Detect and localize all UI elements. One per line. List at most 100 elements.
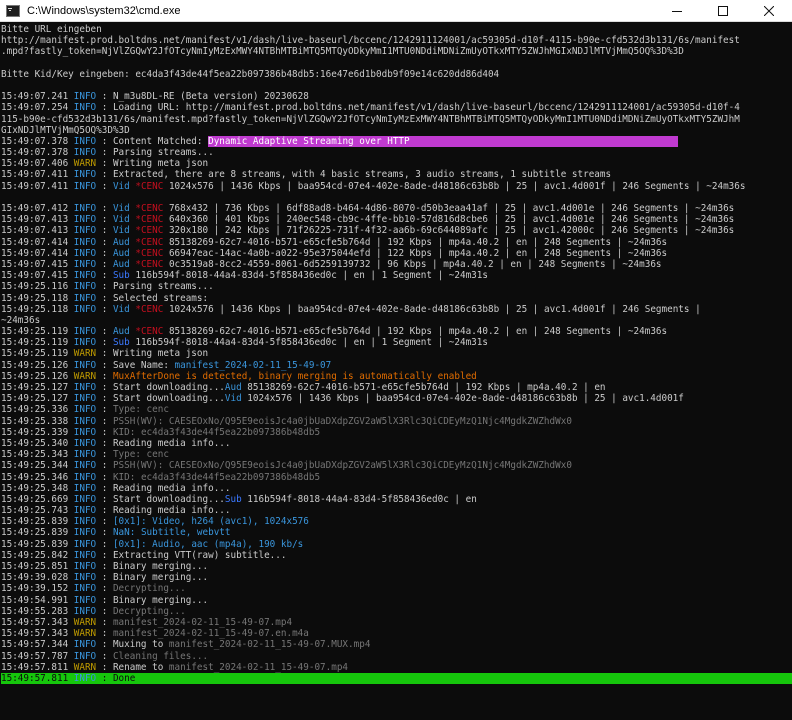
log-level-info: INFO	[73, 594, 97, 606]
console-line: 15:49:07.254 INFO : Loading URL: http://…	[1, 102, 792, 113]
console-output[interactable]: Bitte URL eingeben http://manifest.prod.b…	[0, 22, 792, 720]
console-line: 15:49:55.283 INFO : Decrypting...	[1, 606, 792, 617]
line-text: Vid	[112, 225, 130, 237]
log-level-info: INFO	[73, 605, 97, 617]
console-line: 15:49:57.343 WARN : manifest_2024-02-11_…	[1, 617, 792, 628]
log-level-info: INFO	[73, 561, 97, 572]
console-line: 15:49:25.743 INFO : Reading media info..…	[1, 505, 792, 516]
console-line: 15:49:25.839 INFO : [0x1]: Audio, aac (m…	[1, 539, 792, 550]
timestamp: 15:49:25.842	[1, 549, 74, 561]
log-level-info: INFO	[73, 91, 97, 103]
line-text: 0c3519a8-8cc2-4559-8061-6d5259139732 | 9…	[163, 258, 662, 270]
console-line: 15:49:07.415 INFO : Aud *CENC 0c3519a8-8…	[1, 259, 792, 270]
log-level-info: INFO	[73, 549, 97, 561]
timestamp: 15:49:25.346	[1, 471, 74, 483]
line-text: :	[96, 460, 113, 472]
line-text: :	[96, 650, 113, 662]
line-text: : Parsing streams...	[96, 281, 214, 293]
line-text: 66947eac-14ac-4a0b-a022-95e375044efd | 1…	[163, 247, 668, 259]
maximize-button[interactable]	[700, 0, 746, 22]
log-level-info: INFO	[73, 650, 97, 662]
timestamp: 15:49:25.743	[1, 505, 74, 517]
line-text: : Save Name:	[96, 359, 175, 371]
console-line: 15:49:25.336 INFO : Type: cenc	[1, 404, 792, 415]
line-text: *CENC	[135, 180, 164, 192]
console-line: 15:49:25.839 INFO : [0x1]: Video, h264 (…	[1, 516, 792, 527]
line-text: 85138269-62c7-4016-b571-e65cfe5b764d | 1…	[163, 326, 668, 338]
line-text: 116b594f-8018-44a4-83d4-5f858436ed0c | e…	[129, 270, 488, 282]
timestamp: 15:49:25.669	[1, 493, 74, 505]
timestamp: 15:49:25.119	[1, 326, 74, 338]
timestamp: 15:49:57.343	[1, 616, 74, 628]
console-line: 15:49:25.669 INFO : Start downloading...…	[1, 494, 792, 505]
log-level-info: INFO	[73, 393, 97, 405]
console-line: ~24m36s	[1, 315, 792, 326]
cmd-window: C:\Windows\system32\cmd.exe Bitte URL ei…	[0, 0, 792, 720]
log-level-info: INFO	[73, 292, 97, 304]
timestamp: 15:49:07.413	[1, 214, 74, 226]
line-text: Bitte Kid/Key eingeben: ec4da3f43de44f5e…	[1, 68, 500, 80]
console-line: 15:49:07.414 INFO : Aud *CENC 85138269-6…	[1, 237, 792, 248]
title-bar[interactable]: C:\Windows\system32\cmd.exe	[0, 0, 792, 22]
timestamp: 15:49:25.119	[1, 337, 74, 349]
line-text: : Binary merging...	[96, 561, 209, 572]
timestamp: 15:49:25.126	[1, 370, 74, 382]
timestamp: 15:49:25.127	[1, 382, 74, 393]
line-text: Cleaning files...	[112, 650, 209, 662]
timestamp: 15:49:39.028	[1, 572, 74, 584]
timestamp: 15:49:25.348	[1, 482, 74, 494]
log-level-info: INFO	[73, 572, 97, 584]
line-text: : Done	[96, 672, 136, 684]
log-level-info: INFO	[73, 505, 97, 517]
log-level-warn: WARN	[73, 661, 97, 673]
line-text: :	[96, 303, 113, 315]
line-text: Vid	[112, 214, 130, 226]
line-text: Vid	[112, 180, 130, 192]
console-line: 15:49:25.339 INFO : KID: ec4da3f43de44f5…	[1, 427, 792, 438]
timestamp: 15:49:25.116	[1, 281, 74, 293]
line-text: Decrypting...	[112, 583, 186, 595]
console-line: 15:49:25.348 INFO : Reading media info..…	[1, 483, 792, 494]
close-button[interactable]	[746, 0, 792, 22]
timestamp: 15:49:25.344	[1, 460, 74, 472]
line-text: *CENC	[135, 203, 164, 214]
line-text: Type: cenc	[112, 449, 169, 461]
line-text: KID: ec4da3f43de44f5ea22b097386b48db5	[112, 471, 321, 483]
line-text: Aud	[112, 258, 130, 270]
line-text: http://manifest.prod.boltdns.net/manifes…	[1, 35, 740, 47]
line-text: : N_m3u8DL-RE (Beta version) 20230628	[96, 91, 309, 103]
line-text: : Start downloading...	[96, 493, 225, 505]
console-line: 15:49:07.413 INFO : Vid *CENC 640x360 | …	[1, 214, 792, 225]
log-level-info: INFO	[73, 639, 97, 651]
console-line: 15:49:07.378 INFO : Content Matched: Dyn…	[1, 135, 792, 147]
log-level-info: INFO	[73, 258, 97, 270]
line-text: Aud	[112, 326, 130, 338]
timestamp: 15:49:25.839	[1, 538, 74, 550]
timestamp: 15:49:39.152	[1, 583, 74, 595]
line-text: Bitte URL eingeben	[1, 24, 102, 35]
timestamp: 15:49:25.126	[1, 359, 74, 371]
console-line: 15:49:25.126 WARN : MuxAfterDone is dete…	[1, 371, 792, 382]
console-line: 15:49:25.126 INFO : Save Name: manifest_…	[1, 360, 792, 371]
line-text: :	[96, 415, 113, 427]
line-text: manifest_2024-02-11_15-49-07.mp4	[168, 661, 349, 673]
line-text: PSSH(WV): CAESEOxNo/Q95E9eoisJc4a0jbUaDX…	[112, 415, 572, 427]
line-text: 640x360 | 401 Kbps | 240ec548-cb9c-4ffe-…	[163, 214, 735, 226]
console-line: http://manifest.prod.boltdns.net/manifes…	[1, 35, 792, 46]
window-title: C:\Windows\system32\cmd.exe	[27, 4, 181, 17]
line-text: : Writing meta json	[96, 158, 209, 170]
console-line: 15:49:25.116 INFO : Parsing streams...	[1, 281, 792, 292]
line-text: :	[96, 326, 113, 338]
line-text: :	[96, 605, 113, 617]
timestamp: 15:49:57.787	[1, 650, 74, 662]
line-text: 320x180 | 242 Kbps | 71f26225-731f-4f32-…	[163, 225, 735, 237]
log-level-info: INFO	[73, 270, 97, 282]
line-text: : Binary merging...	[96, 572, 209, 584]
console-line: 15:49:07.412 INFO : Vid *CENC 768x432 | …	[1, 203, 792, 214]
log-level-info: INFO	[73, 236, 97, 248]
line-text: manifest_2024-02-11_15-49-07	[174, 359, 332, 371]
console-line: 15:49:25.839 INFO : NaN: Subtitle, webvt…	[1, 527, 792, 538]
minimize-button[interactable]	[654, 0, 700, 22]
